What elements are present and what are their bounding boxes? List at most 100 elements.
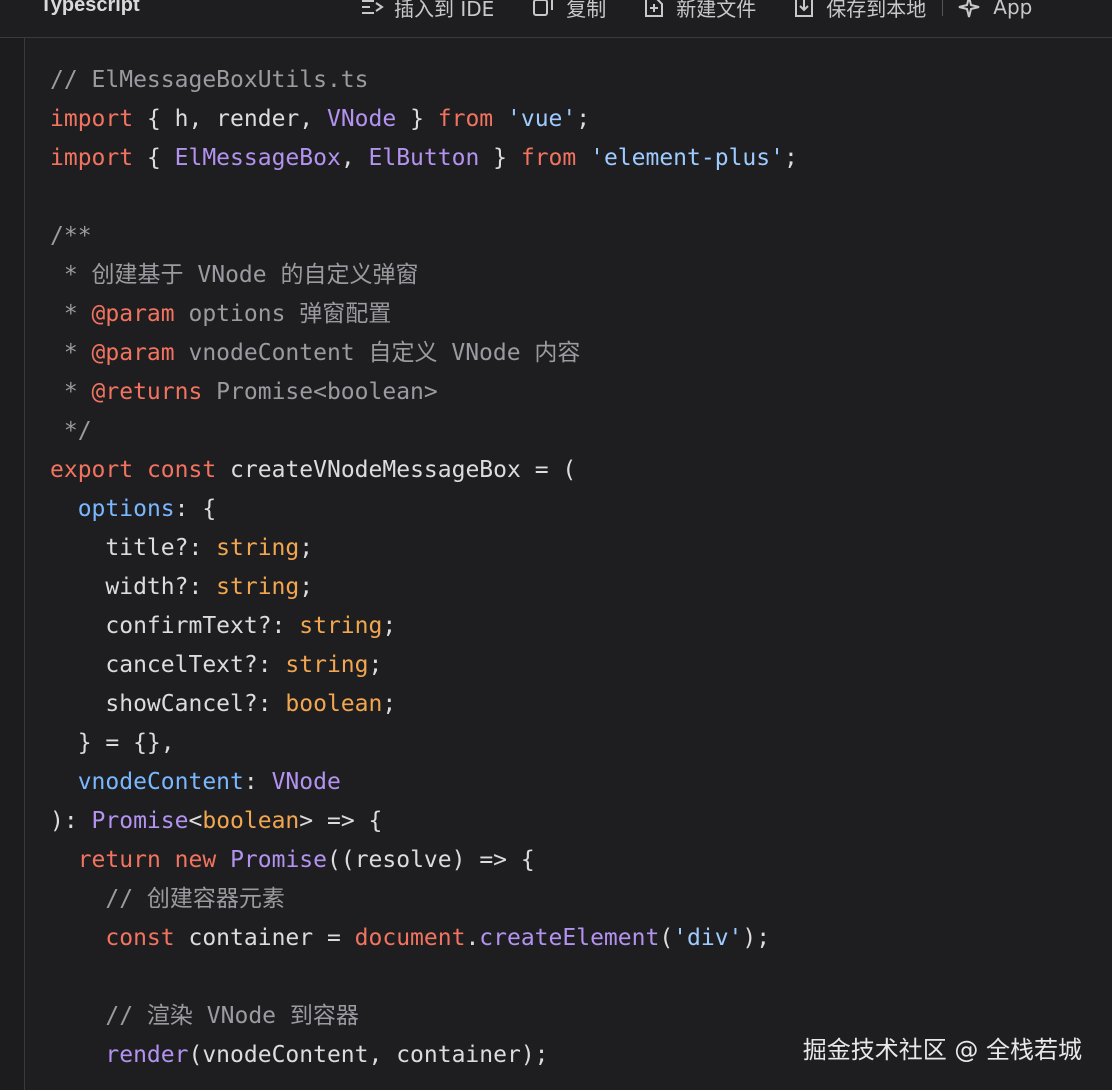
code-token: export bbox=[50, 457, 134, 483]
code-token: * bbox=[50, 340, 92, 366]
copy-button[interactable]: 复制 bbox=[530, 0, 606, 22]
sparkle-icon bbox=[957, 0, 985, 20]
code-token: : bbox=[243, 769, 272, 795]
code-token: @param bbox=[91, 301, 175, 327]
code-line: * @param vnodeContent 自定义 VNode 内容 bbox=[50, 334, 798, 373]
code-token: vnodeContent bbox=[77, 769, 244, 795]
code-token: * 创建基于 VNode 的自定义弹窗 bbox=[50, 262, 419, 288]
code-token: confirmText?: bbox=[50, 613, 300, 639]
code-header: Typescript 插入到 IDE 复制 新建文件 保存到本地 App bbox=[0, 0, 1112, 38]
code-token: string bbox=[285, 652, 369, 678]
code-token: @returns bbox=[91, 379, 203, 405]
code-block: // ElMessageBoxUtils.ts import { h, rende… bbox=[50, 61, 798, 1075]
code-token: ; bbox=[299, 574, 314, 600]
code-line: cancelText?: string; bbox=[50, 646, 798, 685]
code-line: width?: string; bbox=[50, 568, 798, 607]
code-line: const container = document.createElement… bbox=[50, 919, 798, 958]
code-token: boolean bbox=[285, 691, 383, 717]
code-token: (vnodeContent, container); bbox=[188, 1042, 549, 1068]
code-token: import bbox=[50, 145, 134, 171]
code-token: import bbox=[50, 106, 134, 132]
code-token: // 渲染 VNode 到容器 bbox=[50, 1003, 359, 1029]
code-token: ): bbox=[50, 808, 92, 834]
code-token: ; bbox=[382, 613, 397, 639]
language-label: Typescript bbox=[40, 0, 140, 16]
code-token: new bbox=[174, 847, 217, 873]
code-token: VNode bbox=[326, 106, 397, 132]
code-line: * @returns Promise<boolean> bbox=[50, 373, 798, 412]
apply-label: App bbox=[993, 0, 1033, 19]
code-line: // ElMessageBoxUtils.ts bbox=[50, 61, 798, 100]
new-file-button[interactable]: 新建文件 bbox=[640, 0, 756, 22]
code-token: < bbox=[188, 808, 203, 834]
insert-to-ide-button[interactable]: 插入到 IDE bbox=[358, 0, 494, 22]
code-line: import { ElMessageBox, ElButton } from '… bbox=[50, 139, 798, 178]
code-line: ): Promise<boolean> => { bbox=[50, 802, 798, 841]
code-line: return new Promise((resolve) => { bbox=[50, 841, 798, 880]
code-line: * 创建基于 VNode 的自定义弹窗 bbox=[50, 256, 798, 295]
code-line: confirmText?: string; bbox=[50, 607, 798, 646]
code-token: { bbox=[133, 145, 175, 171]
code-token: ; bbox=[576, 106, 591, 132]
code-toolbar: 插入到 IDE 复制 新建文件 保存到本地 App bbox=[358, 0, 1032, 22]
code-token: string bbox=[216, 574, 300, 600]
code-token: const bbox=[105, 925, 175, 951]
code-token: string bbox=[299, 613, 383, 639]
code-token: createElement bbox=[479, 925, 660, 951]
code-token: vnodeContent 自定义 VNode 内容 bbox=[174, 340, 581, 366]
code-token: } bbox=[396, 106, 438, 132]
save-local-label: 保存到本地 bbox=[826, 0, 927, 21]
copy-icon bbox=[530, 0, 558, 20]
apply-button[interactable]: App bbox=[957, 0, 1032, 20]
code-token: 'vue' bbox=[507, 106, 577, 132]
watermark: 掘金技术社区 @ 全栈若城 bbox=[802, 1036, 1082, 1064]
save-local-button[interactable]: 保存到本地 bbox=[790, 0, 926, 22]
code-token: { h, render, bbox=[133, 106, 327, 132]
code-token: 'div' bbox=[673, 925, 743, 951]
code-token: 'element-plus' bbox=[590, 145, 784, 171]
insert-to-ide-icon bbox=[358, 0, 386, 20]
code-token: width?: bbox=[50, 574, 217, 600]
code-line: title?: string; bbox=[50, 529, 798, 568]
code-token: ; bbox=[783, 145, 798, 171]
code-token: boolean bbox=[202, 808, 300, 834]
code-line: showCancel?: boolean; bbox=[50, 685, 798, 724]
copy-label: 复制 bbox=[566, 0, 607, 21]
code-token: options bbox=[77, 496, 175, 522]
code-token: render bbox=[105, 1042, 189, 1068]
code-token: ); bbox=[742, 925, 771, 951]
code-token: cancelText?: bbox=[50, 652, 286, 678]
toolbar-divider bbox=[942, 0, 944, 16]
code-token: ElButton bbox=[368, 145, 480, 171]
code-token: Promise bbox=[91, 808, 189, 834]
code-token: const bbox=[146, 457, 217, 483]
code-token: ; bbox=[299, 535, 314, 561]
code-token: Promise bbox=[230, 847, 327, 873]
code-token: string bbox=[216, 535, 300, 561]
code-token: , bbox=[340, 145, 369, 171]
code-token: ((resolve) => { bbox=[327, 847, 535, 873]
code-token: . bbox=[465, 925, 480, 951]
new-file-icon bbox=[640, 0, 668, 20]
code-token: options 弹窗配置 bbox=[174, 301, 392, 327]
code-token: /** bbox=[50, 223, 92, 249]
save-local-icon bbox=[790, 0, 818, 20]
code-token: from bbox=[520, 145, 577, 171]
code-token: * bbox=[50, 301, 92, 327]
code-token: @param bbox=[91, 340, 175, 366]
code-line: render(vnodeContent, container); bbox=[50, 1036, 798, 1075]
code-token: : { bbox=[174, 496, 217, 522]
code-token: ; bbox=[382, 691, 397, 717]
code-token: // 创建容器元素 bbox=[50, 886, 285, 912]
code-token: Promise<boolean> bbox=[202, 379, 438, 405]
code-token: VNode bbox=[271, 769, 341, 795]
code-line: } = {}, bbox=[50, 724, 798, 763]
code-token: } = {}, bbox=[50, 730, 175, 756]
